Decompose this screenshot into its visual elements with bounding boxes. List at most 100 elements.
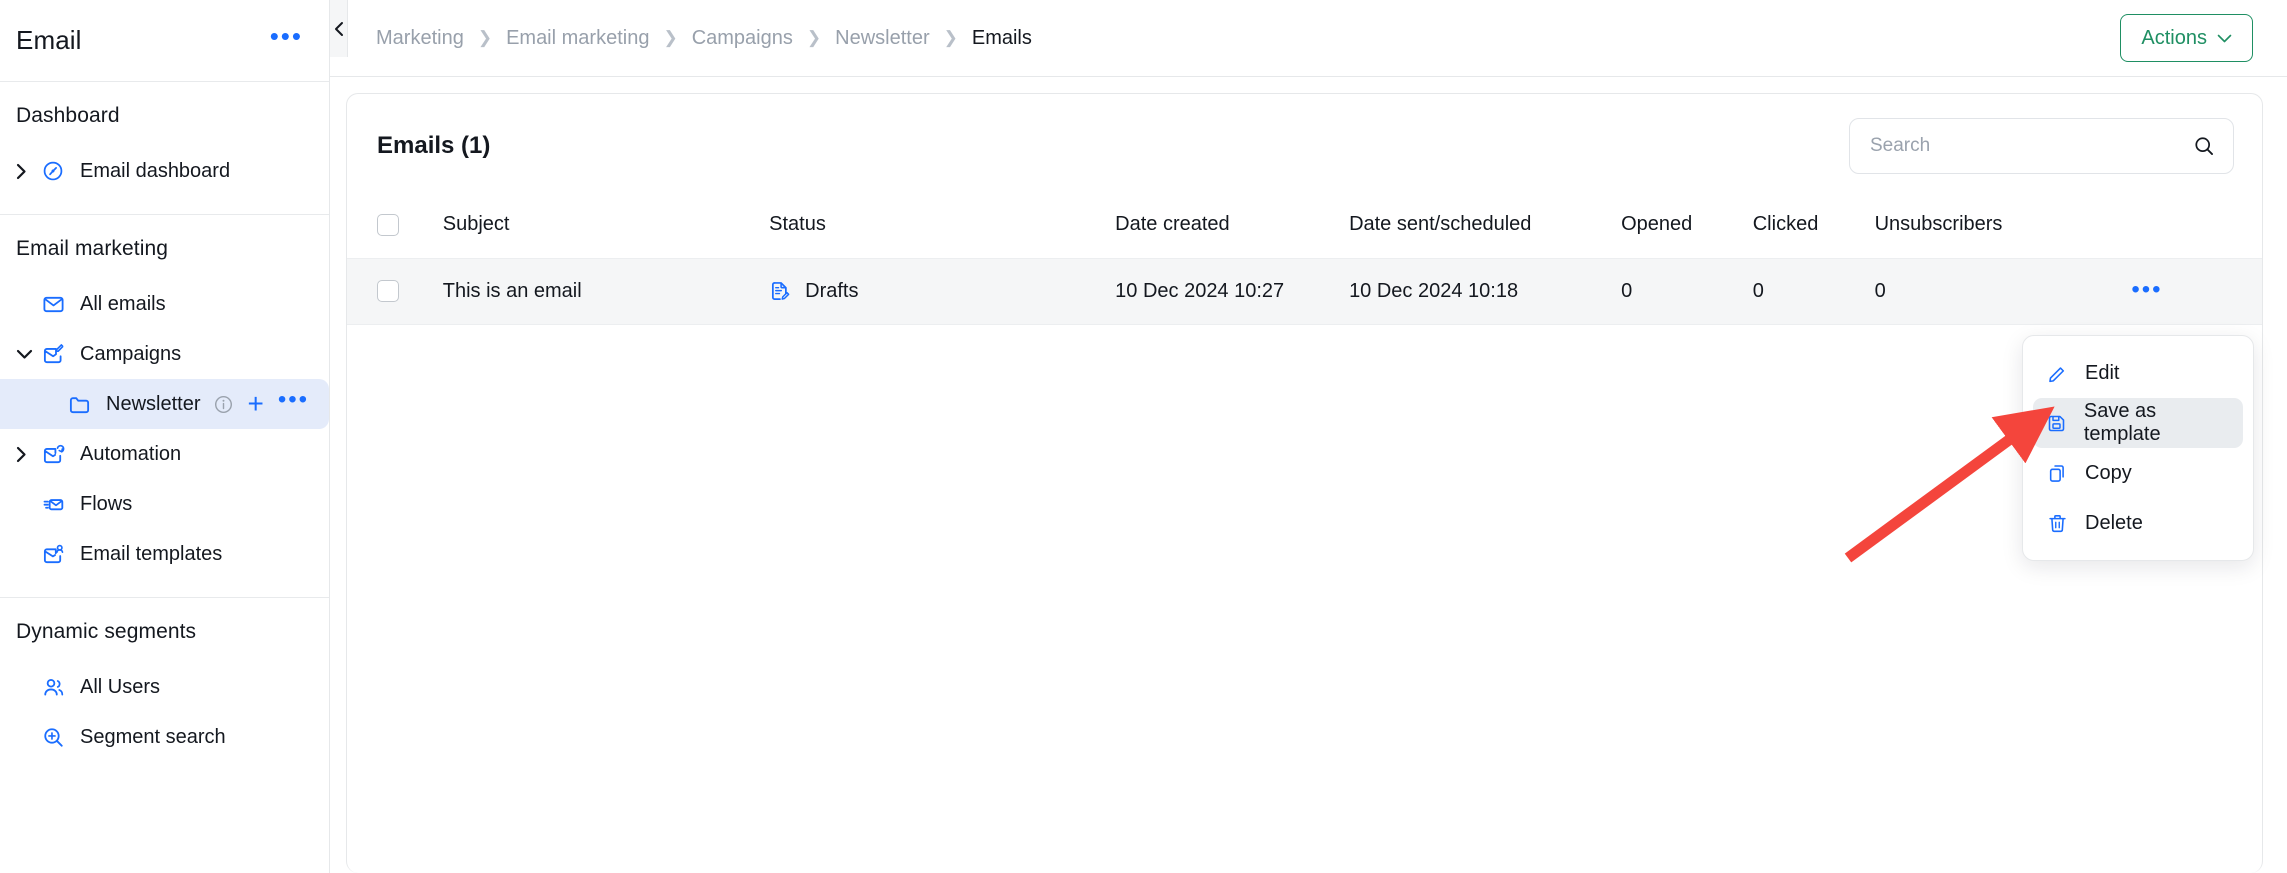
column-header-unsubscribers[interactable]: Unsubscribers [1874, 192, 2132, 259]
context-menu-item-copy[interactable]: Copy [2033, 448, 2243, 498]
row-select-cell [347, 258, 443, 324]
column-header-clicked[interactable]: Clicked [1752, 192, 1875, 259]
sidebar-item-label: All Users [80, 675, 161, 698]
cell-date-created: 10 Dec 2024 10:27 [1115, 279, 1285, 302]
sidebar-item-label: Segment search [80, 725, 226, 748]
chevron-down-icon [2217, 30, 2232, 47]
envelope-refresh-icon [38, 443, 68, 466]
breadcrumb-separator: ❯ [806, 28, 822, 47]
context-menu-item-delete[interactable]: Delete [2033, 498, 2243, 548]
flow-envelope-icon [38, 493, 68, 516]
sidebar-item-all-users[interactable]: All Users [0, 662, 329, 712]
cell-date-sent: 10 Dec 2024 10:18 [1349, 279, 1519, 302]
cell-unsubscribers: 0 [1874, 279, 1886, 302]
row-checkbox[interactable] [377, 280, 399, 302]
sidebar-heading-dynamic-segments: Dynamic segments [16, 620, 197, 643]
search-icon[interactable] [2193, 135, 2215, 157]
context-menu-label: Save as template [2083, 400, 2161, 445]
copy-icon [2045, 463, 2069, 484]
column-header-subject[interactable]: Subject [442, 192, 770, 259]
search-plus-icon [38, 726, 68, 749]
status-label: Drafts [805, 279, 859, 302]
sidebar-section-dashboard: Dashboard Email dashboard [0, 82, 329, 215]
breadcrumb-item-newsletter[interactable]: Newsletter [835, 27, 929, 50]
sidebar-item-campaigns[interactable]: Campaigns [0, 329, 329, 379]
column-header-opened[interactable]: Opened [1621, 192, 1753, 259]
cell-opened: 0 [1621, 279, 1633, 302]
select-all-header [347, 192, 443, 259]
breadcrumb-separator: ❯ [477, 28, 493, 47]
breadcrumb-item-campaigns[interactable]: Campaigns [692, 27, 793, 50]
sidebar-item-all-emails[interactable]: All emails [0, 279, 329, 329]
envelope-edit-icon [38, 343, 68, 366]
sidebar-more-icon[interactable]: ••• [270, 23, 303, 51]
trash-icon [2045, 513, 2069, 534]
table-header-row: Subject Status Date created Date sent/sc… [347, 192, 2262, 259]
column-header-status[interactable]: Status [769, 192, 1116, 259]
sidebar-item-label: Email dashboard [80, 159, 231, 182]
breadcrumb-item-marketing[interactable]: Marketing [376, 27, 464, 50]
sidebar-item-label: All emails [80, 292, 166, 315]
row-actions-ellipsis-icon[interactable]: ••• [2131, 277, 2162, 303]
sidebar-item-label: Email templates [80, 542, 223, 565]
pencil-icon [2045, 363, 2069, 384]
chevron-down-icon[interactable] [16, 349, 38, 360]
sidebar-item-label: Campaigns [80, 342, 182, 365]
sidebar-item-automation[interactable]: Automation [0, 429, 329, 479]
sidebar-section-email-marketing: Email marketing All emails Campaigns New… [0, 215, 329, 598]
sidebar-collapse-button[interactable] [330, 0, 348, 57]
sidebar-item-email-dashboard[interactable]: Email dashboard [0, 146, 329, 196]
sidebar: Email ••• Dashboard Email dashboard Emai… [0, 0, 330, 873]
sidebar-item-trailing-actions: + ••• [214, 387, 309, 418]
plus-icon[interactable]: + [247, 390, 263, 418]
dashboard-gauge-icon [38, 160, 68, 182]
ellipsis-icon[interactable]: ••• [278, 387, 309, 413]
chevron-right-icon[interactable] [16, 446, 38, 463]
status-badge: Drafts [769, 280, 1115, 303]
search-box[interactable] [1849, 118, 2234, 174]
sidebar-section-dynamic-segments: Dynamic segments All Users Segment searc… [0, 598, 329, 780]
sidebar-item-email-templates[interactable]: Email templates [0, 529, 329, 579]
actions-button[interactable]: Actions [2120, 14, 2253, 62]
sidebar-header: Email ••• [0, 0, 329, 82]
chevron-left-icon [334, 21, 344, 37]
page-title: Emails (1) [377, 132, 491, 159]
breadcrumb-separator: ❯ [663, 28, 678, 47]
main-area: Marketing ❯ Email marketing ❯ Campaigns … [330, 0, 2287, 873]
sidebar-item-newsletter[interactable]: Newsletter + ••• [0, 379, 329, 429]
breadcrumb-separator: ❯ [943, 28, 958, 47]
draft-document-icon [769, 280, 791, 302]
cell-clicked: 0 [1752, 279, 1764, 302]
context-menu-item-save-as-template[interactable]: Save as template [2033, 398, 2243, 448]
table-body: This is an email Drafts 10 Dec 2024 10:2… [347, 258, 2262, 324]
info-icon[interactable] [214, 395, 233, 414]
sidebar-item-segment-search[interactable]: Segment search [0, 712, 329, 762]
context-menu-item-edit[interactable]: Edit [2033, 348, 2243, 398]
cell-subject: This is an email [442, 279, 582, 302]
sidebar-title: Email [16, 25, 82, 55]
breadcrumb-item-emails: Emails [971, 26, 1032, 49]
sidebar-item-label: Newsletter [106, 392, 201, 415]
chevron-right-icon[interactable] [16, 163, 38, 180]
emails-table: Subject Status Date created Date sent/sc… [347, 192, 2262, 325]
actions-button-label: Actions [2141, 26, 2207, 49]
column-header-date-sent[interactable]: Date sent/scheduled [1349, 192, 1622, 259]
breadcrumb-item-email-marketing[interactable]: Email marketing [506, 27, 649, 50]
folder-icon [64, 393, 94, 416]
content-area: Emails (1) Subject [330, 77, 2287, 873]
table-row[interactable]: This is an email Drafts 10 Dec 2024 10:2… [347, 258, 2262, 324]
table-header: Subject Status Date created Date sent/sc… [347, 192, 2262, 259]
sidebar-item-label: Flows [80, 492, 133, 515]
search-input[interactable] [1870, 135, 2193, 157]
sidebar-item-label: Automation [80, 442, 182, 465]
select-all-checkbox[interactable] [377, 213, 399, 236]
sidebar-item-flows[interactable]: Flows [0, 479, 329, 529]
row-context-menu: Edit Save as template Copy Delete [2022, 335, 2254, 561]
context-menu-label: Copy [2085, 461, 2132, 484]
breadcrumb: Marketing ❯ Email marketing ❯ Campaigns … [376, 27, 1032, 50]
column-header-date-created[interactable]: Date created [1115, 192, 1350, 259]
emails-card: Emails (1) Subject [346, 93, 2263, 873]
cell-status: Drafts [769, 258, 1115, 324]
envelope-icon [38, 293, 68, 316]
card-header: Emails (1) [347, 94, 2262, 192]
